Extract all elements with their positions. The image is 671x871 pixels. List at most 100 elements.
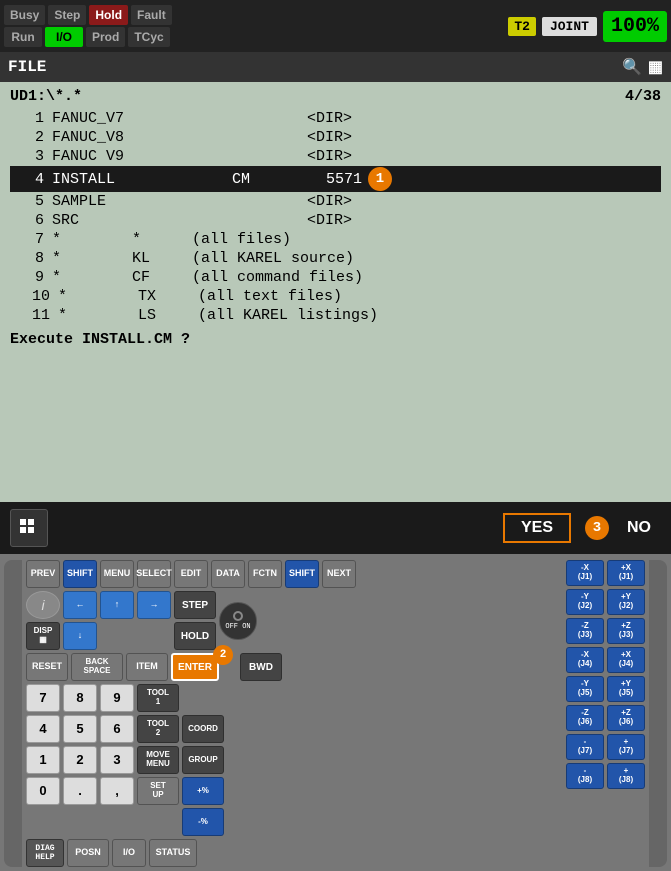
offon-key[interactable]: OFF ON bbox=[219, 602, 257, 640]
select-key[interactable]: SELECT bbox=[137, 560, 171, 588]
axis-j2-minus[interactable]: -Y(J2) bbox=[566, 589, 604, 615]
numpad: 7 8 9 4 5 6 1 2 3 0 . , bbox=[26, 684, 134, 836]
file-row-10[interactable]: 10 * TX (all text files) bbox=[10, 287, 661, 306]
right-arrow-key[interactable]: → bbox=[137, 591, 171, 619]
minus-pct-key[interactable]: -% bbox=[182, 808, 224, 836]
key-1[interactable]: 1 bbox=[26, 746, 60, 774]
step-btn[interactable]: Step bbox=[48, 5, 86, 25]
row5-num: 5 bbox=[12, 193, 44, 210]
key-9[interactable]: 9 bbox=[100, 684, 134, 712]
file-row-7[interactable]: 7 * * (all files) bbox=[10, 230, 661, 249]
step-cluster: STEP HOLD bbox=[174, 591, 216, 650]
axis-j8-plus[interactable]: +(J8) bbox=[607, 763, 645, 789]
file-row-5[interactable]: 5 SAMPLE <DIR> bbox=[10, 192, 661, 211]
prev-key[interactable]: PREV bbox=[26, 560, 60, 588]
bwd-key[interactable]: BWD bbox=[240, 653, 282, 681]
posn-key[interactable]: POSN bbox=[67, 839, 109, 867]
io-key[interactable]: I/O bbox=[112, 839, 146, 867]
busy-btn[interactable]: Busy bbox=[4, 5, 45, 25]
axis-j2-plus[interactable]: +Y(J2) bbox=[607, 589, 645, 615]
edit-key[interactable]: EDIT bbox=[174, 560, 208, 588]
row7-size: (all files) bbox=[192, 231, 291, 248]
row1-num: 1 bbox=[12, 110, 44, 127]
tool1-key[interactable]: TOOL1 bbox=[137, 684, 179, 712]
key-3[interactable]: 3 bbox=[100, 746, 134, 774]
run-btn[interactable]: Run bbox=[4, 27, 42, 47]
shift-key-left[interactable]: SHIFT bbox=[63, 560, 97, 588]
file-row-6[interactable]: 6 SRC <DIR> bbox=[10, 211, 661, 230]
axis-j5-minus[interactable]: -Y(J5) bbox=[566, 676, 604, 702]
file-row-3[interactable]: 3 FANUC V9 <DIR> bbox=[10, 147, 661, 166]
file-row-4[interactable]: 4 INSTALL CM 5571 1 bbox=[10, 166, 661, 192]
key-8[interactable]: 8 bbox=[63, 684, 97, 712]
key-0[interactable]: 0 bbox=[26, 777, 60, 805]
row4-size: 5571 bbox=[312, 171, 362, 188]
diag-help-key[interactable]: DIAG HELP bbox=[26, 839, 64, 867]
axis-j8-minus[interactable]: -(J8) bbox=[566, 763, 604, 789]
row11-size: (all KAREL listings) bbox=[198, 307, 378, 324]
file-row-1[interactable]: 1 FANUC_V7 <DIR> bbox=[10, 109, 661, 128]
enter-key[interactable]: ENTER bbox=[171, 653, 219, 681]
step-key[interactable]: STEP bbox=[174, 591, 216, 619]
no-button[interactable]: NO bbox=[617, 515, 661, 541]
disp-key[interactable]: DISP▦ bbox=[26, 622, 60, 650]
tool2-key[interactable]: TOOL2 bbox=[137, 715, 179, 743]
fctn-key[interactable]: FCTN bbox=[248, 560, 282, 588]
row9-size: (all command files) bbox=[192, 269, 363, 286]
file-row-11[interactable]: 11 * LS (all KAREL listings) bbox=[10, 306, 661, 325]
fault-btn[interactable]: Fault bbox=[131, 5, 172, 25]
offon-cluster: OFF ON bbox=[219, 591, 257, 650]
file-row-2[interactable]: 2 FANUC_V8 <DIR> bbox=[10, 128, 661, 147]
key-comma[interactable]: , bbox=[100, 777, 134, 805]
key-6[interactable]: 6 bbox=[100, 715, 134, 743]
key-4[interactable]: 4 bbox=[26, 715, 60, 743]
status-key[interactable]: STATUS bbox=[149, 839, 197, 867]
row4-ext: CM bbox=[232, 171, 312, 188]
shift-key-right[interactable]: SHIFT bbox=[285, 560, 319, 588]
hold-key[interactable]: HOLD bbox=[174, 622, 216, 650]
tcyc-btn[interactable]: TCyc bbox=[128, 27, 169, 47]
axis-j3-minus[interactable]: -Z(J3) bbox=[566, 618, 604, 644]
info-key[interactable]: i bbox=[26, 591, 60, 619]
axis-j7-minus[interactable]: -(J7) bbox=[566, 734, 604, 760]
plus-pct-key[interactable]: +% bbox=[182, 777, 224, 805]
backspace-key[interactable]: BACKSPACE bbox=[71, 653, 123, 681]
axis-j6-minus[interactable]: -Z(J6) bbox=[566, 705, 604, 731]
row6-num: 6 bbox=[12, 212, 44, 229]
coord-key[interactable]: COORD bbox=[182, 715, 224, 743]
axis-j6-plus[interactable]: +Z(J6) bbox=[607, 705, 645, 731]
axis-j3-plus[interactable]: +Z(J3) bbox=[607, 618, 645, 644]
key-dot[interactable]: . bbox=[63, 777, 97, 805]
down-arrow-key[interactable]: ↓ bbox=[63, 622, 97, 650]
file-row-9[interactable]: 9 * CF (all command files) bbox=[10, 268, 661, 287]
setup-key[interactable]: SETUP bbox=[137, 777, 179, 805]
key-7[interactable]: 7 bbox=[26, 684, 60, 712]
next-key[interactable]: NEXT bbox=[322, 560, 356, 588]
prod-btn[interactable]: Prod bbox=[86, 27, 125, 47]
move-menu-key[interactable]: MOVEMENU bbox=[137, 746, 179, 774]
up-arrow-key[interactable]: ↑ bbox=[100, 591, 134, 619]
axis-j4-minus[interactable]: -X(J4) bbox=[566, 647, 604, 673]
grid-button[interactable] bbox=[10, 509, 48, 547]
grid-icon[interactable]: ▦ bbox=[648, 57, 663, 77]
io-btn[interactable]: I/O bbox=[45, 27, 83, 47]
data-key[interactable]: DATA bbox=[211, 560, 245, 588]
key-2[interactable]: 2 bbox=[63, 746, 97, 774]
reset-key[interactable]: RESET bbox=[26, 653, 68, 681]
execute-prompt: Execute INSTALL.CM ? bbox=[10, 331, 661, 348]
menu-key[interactable]: MENU bbox=[100, 560, 134, 588]
left-arrow-key[interactable]: ← bbox=[63, 591, 97, 619]
axis-j1-plus[interactable]: +X(J1) bbox=[607, 560, 645, 586]
t2-badge: T2 bbox=[508, 17, 536, 36]
key-5[interactable]: 5 bbox=[63, 715, 97, 743]
item-key[interactable]: ITEM bbox=[126, 653, 168, 681]
file-row-8[interactable]: 8 * KL (all KAREL source) bbox=[10, 249, 661, 268]
axis-j1-minus[interactable]: -X(J1) bbox=[566, 560, 604, 586]
axis-j5-plus[interactable]: +Y(J5) bbox=[607, 676, 645, 702]
group-key[interactable]: GROUP bbox=[182, 746, 224, 774]
hold-btn[interactable]: Hold bbox=[89, 5, 128, 25]
axis-j4-plus[interactable]: +X(J4) bbox=[607, 647, 645, 673]
yes-button[interactable]: YES bbox=[503, 513, 571, 543]
axis-j7-plus[interactable]: +(J7) bbox=[607, 734, 645, 760]
zoom-icon[interactable]: 🔍 bbox=[622, 57, 642, 77]
